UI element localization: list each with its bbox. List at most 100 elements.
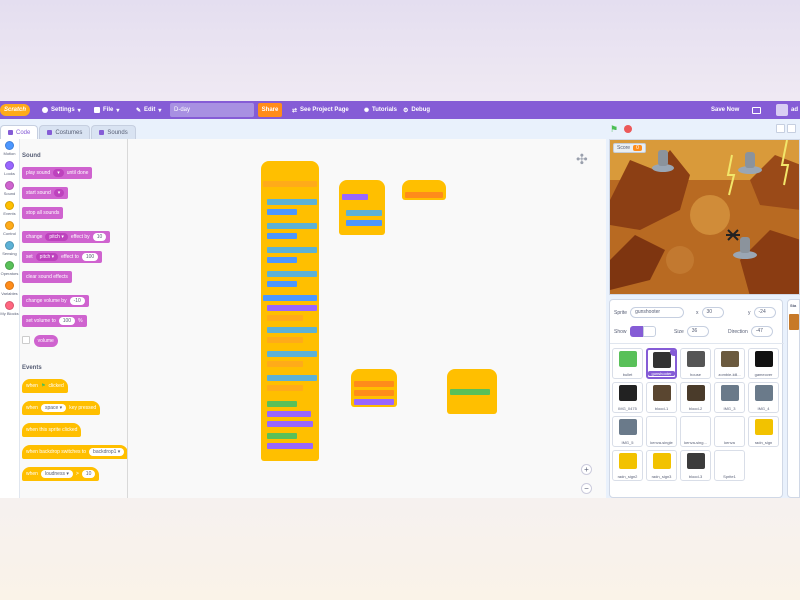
sprite-tile[interactable]: radn_sign	[748, 416, 779, 447]
script-block[interactable]	[267, 305, 317, 311]
category-sensing[interactable]: Sensing	[0, 241, 19, 259]
category-operators[interactable]: Operators	[0, 261, 19, 279]
script-block[interactable]	[354, 399, 394, 405]
tab-code[interactable]: Code	[0, 125, 39, 139]
script-block[interactable]	[346, 220, 382, 226]
set-volume-block[interactable]: set volume to 100%	[22, 315, 87, 327]
large-stage-icon[interactable]	[787, 124, 796, 133]
tutorials-button[interactable]: ✺ Tutorials	[364, 105, 397, 115]
start-sound-block[interactable]: start sound ▾	[22, 187, 69, 199]
script-stack[interactable]	[261, 161, 319, 461]
account-menu[interactable]: ad	[776, 104, 798, 116]
sprite-tile[interactable]: kenva	[714, 416, 745, 447]
script-block[interactable]	[450, 389, 490, 395]
project-title-input[interactable]: D-day	[170, 103, 254, 117]
loudness-input[interactable]: 10	[81, 470, 96, 478]
script-block[interactable]	[342, 194, 368, 200]
zoom-out-button[interactable]: −	[581, 483, 592, 494]
category-my-blocks[interactable]: My Blocks	[0, 301, 19, 319]
play-sound-block[interactable]: play sound ▾ until done	[22, 167, 93, 179]
stage-selector[interactable]: Sta	[787, 299, 800, 498]
script-stack[interactable]	[351, 369, 397, 407]
sprite-tile[interactable]: gunshooter	[646, 348, 677, 379]
sprite-name-input[interactable]: gunshooter	[630, 307, 685, 318]
sprite-tile[interactable]: blood-2	[680, 382, 711, 413]
small-stage-icon[interactable]	[776, 124, 785, 133]
category-variables[interactable]: Variables	[0, 281, 19, 299]
script-block[interactable]	[354, 381, 394, 387]
sprite-tile[interactable]: bullet	[612, 348, 643, 379]
save-now-button[interactable]: Save Now	[711, 105, 739, 115]
script-stack[interactable]	[447, 369, 497, 414]
effect-dropdown[interactable]: pitch ▾	[45, 233, 68, 241]
script-block[interactable]	[267, 443, 313, 449]
script-block[interactable]	[267, 257, 297, 263]
sprite-tile[interactable]: IMG_0475	[612, 382, 643, 413]
volume-checkbox[interactable]	[22, 336, 30, 345]
sound-dropdown[interactable]: ▾	[53, 169, 64, 177]
scratch-logo[interactable]: Scratch	[0, 104, 30, 116]
code-workspace[interactable]: ✣ + −	[128, 139, 606, 498]
sprite-tile[interactable]: gameover	[748, 348, 779, 379]
edit-menu[interactable]: ✎ Edit ▾	[136, 105, 161, 115]
script-block[interactable]	[267, 421, 313, 427]
my-stuff-button[interactable]	[752, 105, 761, 115]
when-loudness-block[interactable]: when loudness ▾ >10	[22, 467, 100, 481]
when-flag-clicked-block[interactable]: when ⚑ clicked	[22, 379, 68, 393]
sprite-tile[interactable]: IMG_5	[612, 416, 643, 447]
stop-icon[interactable]	[624, 125, 632, 133]
script-block[interactable]	[267, 351, 317, 357]
sprite-tile[interactable]: blood-3	[680, 450, 711, 481]
script-block[interactable]	[354, 390, 394, 396]
x-input[interactable]: 30	[701, 307, 724, 318]
sensor-dropdown[interactable]: loudness ▾	[40, 470, 73, 478]
script-block[interactable]	[267, 433, 297, 439]
category-motion[interactable]: Motion	[0, 141, 19, 159]
script-block[interactable]	[267, 233, 297, 239]
set-volume-input[interactable]: 100	[58, 317, 76, 325]
script-block[interactable]	[267, 327, 317, 333]
sprite-tile[interactable]: zombie-kill...	[714, 348, 745, 379]
set-effect-block[interactable]: set pitch ▾ effect to 100	[22, 251, 103, 263]
script-stack[interactable]	[339, 180, 385, 235]
stop-all-sounds-block[interactable]: stop all sounds	[22, 207, 64, 219]
script-block[interactable]	[267, 411, 311, 417]
script-block[interactable]	[263, 295, 317, 301]
y-input[interactable]: -24	[753, 307, 776, 318]
sprite-tile[interactable]: IMG_4	[748, 382, 779, 413]
script-block[interactable]	[267, 361, 303, 367]
script-block[interactable]	[267, 401, 297, 407]
sprite-tile[interactable]: blood-1	[646, 382, 677, 413]
sprite-tile[interactable]: Sprite1	[714, 450, 745, 481]
script-block[interactable]	[267, 315, 303, 321]
when-backdrop-switches-block[interactable]: when backdrop switches to backdrop1 ▾	[22, 445, 127, 459]
settings-menu[interactable]: Settings ▾	[42, 105, 81, 115]
script-block[interactable]	[267, 247, 317, 253]
file-menu[interactable]: File ▾	[94, 105, 119, 115]
change-volume-block[interactable]: change volume by -10	[22, 295, 89, 307]
volume-reporter[interactable]: volume	[33, 335, 58, 347]
script-block[interactable]	[263, 181, 317, 187]
effect-dropdown[interactable]: pitch ▾	[35, 253, 59, 261]
script-block[interactable]	[267, 337, 303, 343]
share-button[interactable]: Share	[258, 103, 282, 117]
script-block[interactable]	[267, 271, 317, 277]
backdrop-dropdown[interactable]: backdrop1 ▾	[89, 448, 125, 456]
category-sound[interactable]: Sound	[0, 181, 19, 199]
see-project-page-button[interactable]: ⇄ See Project Page	[292, 105, 349, 115]
tab-sounds[interactable]: Sounds	[91, 125, 136, 139]
stage-canvas[interactable]: Score 0	[609, 139, 800, 295]
zoom-in-button[interactable]: +	[581, 464, 592, 475]
sprite-tile[interactable]: house	[680, 348, 711, 379]
size-input[interactable]: 36	[686, 326, 709, 337]
change-volume-input[interactable]: -10	[69, 297, 85, 305]
sprite-tile[interactable]: radn_sign3	[646, 450, 677, 481]
show-eye-icon[interactable]	[629, 326, 643, 337]
green-flag-icon[interactable]: ⚑	[610, 125, 618, 134]
effect-to-input[interactable]: 100	[81, 253, 99, 261]
script-block[interactable]	[267, 375, 317, 381]
script-block[interactable]	[346, 210, 382, 216]
delete-sprite-icon[interactable]	[669, 350, 675, 356]
debug-button[interactable]: ⚙ Debug	[403, 105, 430, 115]
category-events[interactable]: Events	[0, 201, 19, 219]
